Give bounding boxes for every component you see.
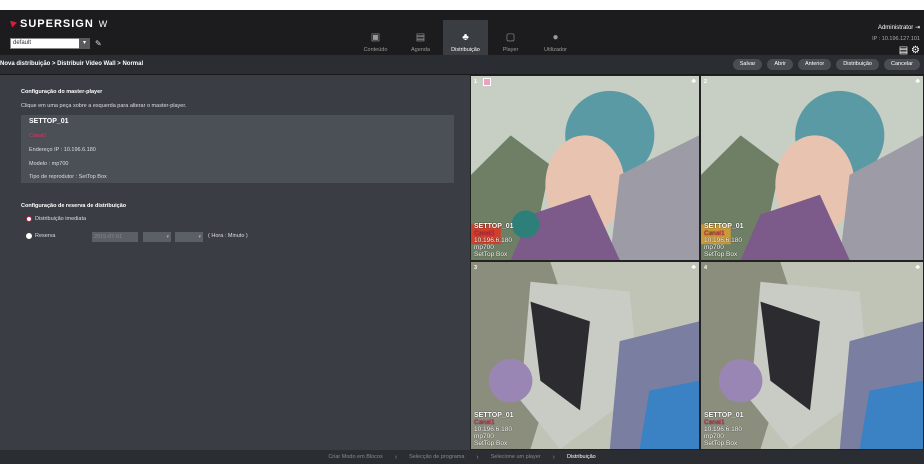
reservation-section-title: Configuração de reserva de distribuição: [21, 203, 127, 209]
nav-label: Distribuição: [451, 46, 480, 53]
tile-channel: Canal1: [704, 230, 725, 237]
nav-label: Player: [502, 46, 519, 53]
nav-label: Conteúdo: [363, 46, 388, 53]
previous-button[interactable]: Anterior: [797, 59, 832, 70]
tile-4[interactable]: 4 ♣ SETTOP_01 Canal1 10.196.6.180 mp700 …: [700, 261, 924, 450]
tile-info: SETTOP_01 Canal1 10.196.6.180 mp700 SetT…: [474, 412, 514, 447]
tile-name: SETTOP_01: [474, 223, 514, 230]
master-thumbnail: [483, 78, 491, 86]
master-channel: Canal1: [29, 133, 47, 139]
tile-channel: Canal1: [474, 230, 495, 237]
config-pane: Configuração do master-player Clique em …: [0, 75, 470, 450]
reserve-label: Reserva: [35, 233, 56, 239]
tile-name: SETTOP_01: [474, 412, 514, 419]
tile-name: SETTOP_01: [704, 223, 744, 230]
app-header: SUPERSIGN W default ▾ ✎ ▣ Conteúdo ▤ Age…: [0, 10, 924, 65]
immediate-radio-row[interactable]: Distribuição imediata: [26, 216, 86, 222]
network-icon: ♣: [915, 264, 920, 271]
tile-2[interactable]: 2 ♣ SETTOP_01 Canal1 10.196.6.180 mp700 …: [700, 75, 924, 261]
save-button[interactable]: Salvar: [732, 59, 763, 70]
date-input[interactable]: 2015-07-01: [92, 232, 138, 242]
time-hint: ( Hora : Minuto ): [208, 233, 248, 239]
open-button[interactable]: Abrir: [767, 59, 793, 70]
tile-ip: 10.196.6.180: [704, 237, 742, 244]
calendar-icon: ▤: [415, 31, 426, 43]
nav-label: Agenda: [411, 46, 430, 53]
tile-model: mp700: [474, 244, 494, 251]
user-icon: ●: [552, 31, 559, 43]
video-wall-preview: 1 ♣ SETTOP_01 Canal1 10.196.6.180 mp700 …: [470, 75, 924, 450]
tile-number: 1: [474, 79, 478, 85]
user-ip: IP : 10.196.127.101: [872, 36, 920, 42]
reserve-radio-row[interactable]: Reserva: [26, 233, 55, 239]
distribution-icon: ♣: [462, 31, 469, 43]
tile-number: 2: [704, 79, 708, 85]
brand-name: SUPERSIGN: [20, 18, 94, 30]
tile-ip: 10.196.6.180: [474, 426, 512, 433]
user-name: Administrator: [877, 25, 914, 31]
master-info-box: SETTOP_01 Canal1 Endereço IP : 10.196.6.…: [21, 115, 454, 183]
wizard-steps: Criar Modo em Blocos › Selecção de progr…: [0, 450, 924, 464]
hour-select[interactable]: ▾: [143, 232, 171, 242]
master-ip: Endereço IP : 10.196.6.180: [29, 147, 96, 153]
player-icon: ▢: [505, 31, 516, 43]
chevron-down-icon[interactable]: ▾: [79, 38, 90, 49]
radio-unselected[interactable]: [26, 233, 32, 239]
pencil-icon[interactable]: ✎: [95, 39, 102, 48]
tile-type: SetTop Box: [704, 251, 738, 258]
chevron-right-icon: ›: [476, 453, 479, 461]
network-icon: ♣: [691, 264, 696, 271]
network-icon: ♣: [691, 78, 696, 85]
chevron-right-icon: ›: [552, 453, 555, 461]
breadcrumb: Nova distribuição > Distribuir Vídeo Wal…: [0, 61, 144, 67]
tile-3[interactable]: 3 ♣ SETTOP_01 Canal1 10.196.6.180 mp700 …: [470, 261, 700, 450]
logout-icon[interactable]: ⇥: [915, 25, 920, 31]
tile-ip: 10.196.6.180: [474, 237, 512, 244]
tile-model: mp700: [704, 244, 724, 251]
immediate-label: Distribuição imediata: [35, 216, 87, 222]
master-section-title: Configuração do master-player: [21, 89, 103, 95]
tile-ip: 10.196.6.180: [704, 426, 742, 433]
tile-number: 3: [474, 265, 478, 271]
radio-selected[interactable]: [26, 216, 32, 222]
master-hint: Clique em uma peça sobre a esquerda para…: [21, 103, 187, 109]
cancel-button[interactable]: Cancelar: [883, 59, 920, 70]
logo-mark-icon: [10, 20, 17, 28]
step-create-blocks: Criar Modo em Blocos: [328, 454, 383, 460]
nav-label: Utilizador: [544, 46, 567, 53]
tile-model: mp700: [704, 433, 724, 440]
tile-channel: Canal1: [704, 419, 725, 426]
user-block: Administrator ⇥ IP : 10.196.127.101 ▤ ⚙: [872, 24, 920, 56]
tile-type: SetTop Box: [474, 251, 508, 258]
step-select-player: Selecione um player: [490, 454, 541, 460]
group-select[interactable]: default: [10, 38, 90, 49]
tile-number: 4: [704, 265, 708, 271]
tile-info: SETTOP_01 Canal1 10.196.6.180 mp700 SetT…: [704, 412, 744, 447]
network-icon: ♣: [915, 78, 920, 85]
master-type: Tipo de reprodutor : SetTop Box: [29, 174, 107, 180]
tile-type: SetTop Box: [704, 440, 738, 447]
step-distribution: Distribuição: [566, 454, 596, 460]
toolbar: Nova distribuição > Distribuir Vídeo Wal…: [0, 55, 924, 75]
master-name: SETTOP_01: [29, 118, 69, 125]
tile-1[interactable]: 1 ♣ SETTOP_01 Canal1 10.196.6.180 mp700 …: [470, 75, 700, 261]
step-select-program: Selecção de programa: [409, 454, 465, 460]
tile-type: SetTop Box: [474, 440, 508, 447]
minute-select[interactable]: ▾: [175, 232, 203, 242]
app-logo: SUPERSIGN W: [10, 18, 107, 30]
tile-info: SETTOP_01 Canal1 10.196.6.180 mp700 SetT…: [704, 223, 744, 258]
chevron-right-icon: ›: [394, 453, 398, 461]
action-buttons: Salvar Abrir Anterior Distribuição Cance…: [732, 59, 920, 70]
content-icon: ▣: [370, 31, 381, 43]
tile-model: mp700: [474, 433, 494, 440]
master-model: Modelo : mp700: [29, 161, 69, 167]
tile-info: SETTOP_01 Canal1 10.196.6.180 mp700 SetT…: [474, 223, 514, 258]
tile-name: SETTOP_01: [704, 412, 744, 419]
brand-suffix: W: [98, 19, 108, 29]
distribute-button[interactable]: Distribuição: [836, 59, 879, 70]
tile-channel: Canal1: [474, 419, 495, 426]
